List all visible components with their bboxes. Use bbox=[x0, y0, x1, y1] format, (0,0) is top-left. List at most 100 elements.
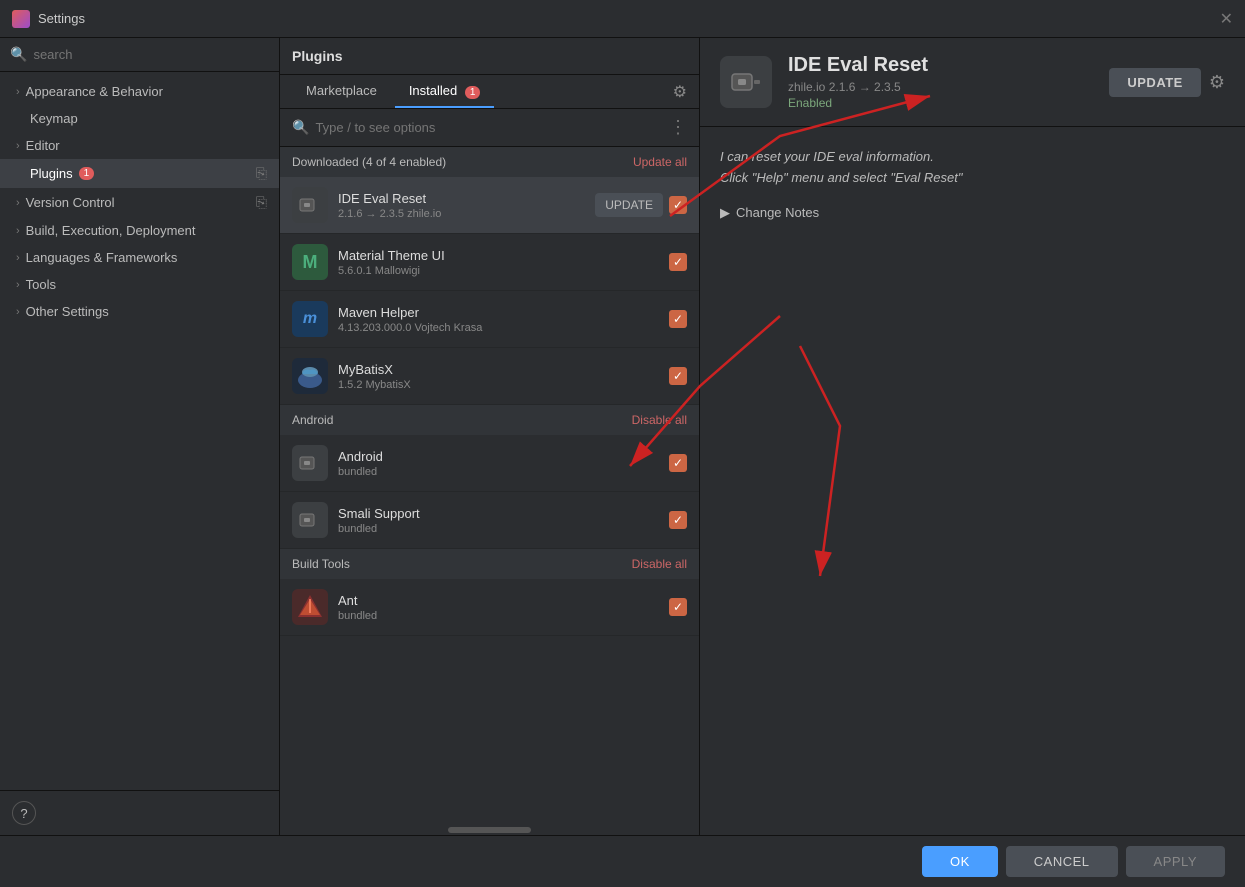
right-update-button[interactable]: UPDATE bbox=[1109, 68, 1200, 97]
change-notes-toggle[interactable]: ▶ Change Notes bbox=[720, 205, 1225, 221]
panel-title: Plugins bbox=[292, 48, 343, 64]
plugin-name: Android bbox=[338, 449, 669, 464]
plugin-meta: 1.5.2 MybatisX bbox=[338, 379, 669, 391]
sidebar-item-label: Other Settings bbox=[26, 304, 109, 319]
cancel-button[interactable]: CANCEL bbox=[1006, 846, 1118, 877]
sidebar-items: › Appearance & Behavior Keymap › Editor … bbox=[0, 72, 279, 790]
section-android: Android Disable all bbox=[280, 405, 699, 435]
section-downloaded: Downloaded (4 of 4 enabled) Update all bbox=[280, 147, 699, 177]
sidebar-item-tools[interactable]: › Tools bbox=[0, 271, 279, 298]
plugin-name: Ant bbox=[338, 593, 669, 608]
plugin-item-mybatisx[interactable]: MyBatisX 1.5.2 MybatisX ✓ bbox=[280, 348, 699, 405]
chevron-right-icon: › bbox=[16, 252, 20, 264]
sidebar-item-other[interactable]: › Other Settings bbox=[0, 298, 279, 325]
plugin-item-maven-helper[interactable]: m Maven Helper 4.13.203.000.0 Vojtech Kr… bbox=[280, 291, 699, 348]
tab-installed[interactable]: Installed 1 bbox=[395, 75, 495, 108]
close-button[interactable]: ✕ bbox=[1220, 9, 1233, 29]
plugin-meta: bundled bbox=[338, 523, 669, 535]
plugin-enabled-checkbox[interactable]: ✓ bbox=[669, 310, 687, 328]
right-plugin-name: IDE Eval Reset bbox=[788, 54, 1093, 77]
sidebar-item-appearance[interactable]: › Appearance & Behavior bbox=[0, 78, 279, 105]
tab-installed-label: Installed bbox=[409, 83, 457, 98]
sidebar-item-label: Editor bbox=[26, 138, 60, 153]
change-notes-label: Change Notes bbox=[736, 205, 819, 220]
plugin-item-ant[interactable]: Ant bundled ✓ bbox=[280, 579, 699, 636]
tab-marketplace[interactable]: Marketplace bbox=[292, 75, 391, 108]
plugin-enabled-checkbox[interactable]: ✓ bbox=[669, 367, 687, 385]
plugin-actions: ✓ bbox=[669, 253, 687, 271]
plugin-info: IDE Eval Reset 2.1.6 → 2.3.5 zhile.io bbox=[338, 191, 595, 220]
plugin-info: Ant bundled bbox=[338, 593, 669, 622]
section-build-tools: Build Tools Disable all bbox=[280, 549, 699, 579]
plugin-enabled-checkbox[interactable]: ✓ bbox=[669, 454, 687, 472]
sort-icon[interactable]: ⋮ bbox=[669, 117, 687, 138]
right-plugin-icon bbox=[720, 56, 772, 108]
sidebar-item-languages[interactable]: › Languages & Frameworks bbox=[0, 244, 279, 271]
plugin-enabled-checkbox[interactable]: ✓ bbox=[669, 598, 687, 616]
sidebar-item-label: Languages & Frameworks bbox=[26, 250, 178, 265]
plugin-info: Android bundled bbox=[338, 449, 669, 478]
chevron-right-icon: › bbox=[16, 225, 20, 237]
panel-header: Plugins bbox=[280, 38, 699, 75]
plugin-actions: UPDATE ✓ bbox=[595, 193, 687, 217]
plugin-search-bar[interactable]: 🔍 ⋮ bbox=[280, 109, 699, 147]
help-button[interactable]: ? bbox=[12, 801, 36, 825]
right-gear-icon[interactable]: ⚙ bbox=[1209, 72, 1225, 93]
plugin-item-android[interactable]: Android bundled ✓ bbox=[280, 435, 699, 492]
plugin-item-material-theme[interactable]: M Material Theme UI 5.6.0.1 Mallowigi ✓ bbox=[280, 234, 699, 291]
plugin-meta: bundled bbox=[338, 466, 669, 478]
plugin-item-smali[interactable]: Smali Support bundled ✓ bbox=[280, 492, 699, 549]
panel-tabs: Marketplace Installed 1 ⚙ bbox=[280, 75, 699, 109]
plugin-enabled-checkbox[interactable]: ✓ bbox=[669, 196, 687, 214]
sidebar-item-keymap[interactable]: Keymap bbox=[0, 105, 279, 132]
right-plugin-meta: zhile.io 2.1.6 → 2.3.5 bbox=[788, 80, 1093, 94]
plugin-description-line2: Click "Help" menu and select "Eval Reset… bbox=[720, 168, 1225, 189]
sidebar-search-input[interactable] bbox=[33, 47, 269, 62]
plugin-description-line1: I can reset your IDE eval information. bbox=[720, 147, 1225, 168]
sidebar-item-build[interactable]: › Build, Execution, Deployment bbox=[0, 217, 279, 244]
plugin-name: Smali Support bbox=[338, 506, 669, 521]
sidebar-bottom: ? bbox=[0, 790, 279, 835]
plugin-search-input[interactable] bbox=[315, 120, 663, 135]
plugin-enabled-checkbox[interactable]: ✓ bbox=[669, 511, 687, 529]
sidebar-item-editor[interactable]: › Editor bbox=[0, 132, 279, 159]
plugin-meta: 5.6.0.1 Mallowigi bbox=[338, 265, 669, 277]
android-icon bbox=[292, 445, 328, 481]
plugin-meta: 2.1.6 → 2.3.5 zhile.io bbox=[338, 208, 595, 220]
plugin-enabled-checkbox[interactable]: ✓ bbox=[669, 253, 687, 271]
vc-item-actions: ⎘ bbox=[256, 194, 267, 211]
right-panel-actions: UPDATE ⚙ bbox=[1109, 68, 1225, 97]
content-area: 🔍 › Appearance & Behavior Keymap › Edito… bbox=[0, 38, 1245, 835]
ok-button[interactable]: OK bbox=[922, 846, 998, 877]
sidebar-item-label: Version Control bbox=[26, 195, 115, 210]
horizontal-scrollbar[interactable] bbox=[448, 827, 532, 833]
chevron-right-icon: › bbox=[16, 306, 20, 318]
plugin-actions: ✓ bbox=[669, 310, 687, 328]
bottom-bar: OK CANCEL APPLY bbox=[0, 835, 1245, 887]
apply-button[interactable]: APPLY bbox=[1126, 846, 1225, 877]
main-wrapper: 🔍 › Appearance & Behavior Keymap › Edito… bbox=[0, 38, 1245, 887]
sidebar-item-label: Tools bbox=[26, 277, 56, 292]
gear-icon[interactable]: ⚙ bbox=[673, 82, 687, 102]
plugin-info: MyBatisX 1.5.2 MybatisX bbox=[338, 362, 669, 391]
right-panel-content: I can reset your IDE eval information. C… bbox=[700, 127, 1245, 835]
center-panel: Plugins Marketplace Installed 1 ⚙ 🔍 ⋮ bbox=[280, 38, 700, 835]
plugin-name: Material Theme UI bbox=[338, 248, 669, 263]
disable-all-build-link[interactable]: Disable all bbox=[632, 557, 687, 571]
sidebar-item-version-control[interactable]: › Version Control ⎘ bbox=[0, 188, 279, 217]
smali-icon bbox=[292, 502, 328, 538]
chevron-right-icon: › bbox=[16, 140, 20, 152]
sidebar-item-label: Build, Execution, Deployment bbox=[26, 223, 196, 238]
update-all-link[interactable]: Update all bbox=[633, 155, 687, 169]
sidebar-search-bar[interactable]: 🔍 bbox=[0, 38, 279, 72]
plugin-name: Maven Helper bbox=[338, 305, 669, 320]
plugin-info: Maven Helper 4.13.203.000.0 Vojtech Kras… bbox=[338, 305, 669, 334]
right-panel-header: IDE Eval Reset zhile.io 2.1.6 → 2.3.5 En… bbox=[700, 38, 1245, 127]
sidebar-item-plugins[interactable]: Plugins 1 ⎘ bbox=[0, 159, 279, 188]
maven-helper-icon: m bbox=[292, 301, 328, 337]
search-icon: 🔍 bbox=[292, 119, 309, 136]
update-button[interactable]: UPDATE bbox=[595, 193, 663, 217]
plugin-item-ide-eval-reset[interactable]: IDE Eval Reset 2.1.6 → 2.3.5 zhile.io UP… bbox=[280, 177, 699, 234]
plugin-meta: bundled bbox=[338, 610, 669, 622]
disable-all-android-link[interactable]: Disable all bbox=[632, 413, 687, 427]
